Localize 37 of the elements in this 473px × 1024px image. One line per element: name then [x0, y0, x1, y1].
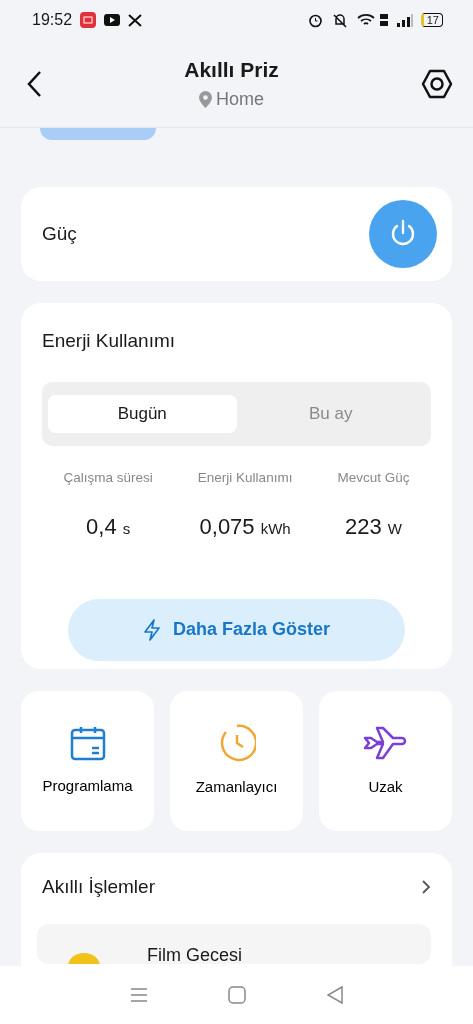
app-notification-icon — [80, 12, 97, 28]
scene-card[interactable]: Film Gecesi — [37, 923, 431, 964]
stat-value: 0,4 s — [85, 512, 132, 541]
location-label: Home — [216, 87, 264, 111]
lightning-icon — [142, 618, 161, 641]
home-icon[interactable] — [228, 986, 247, 1004]
section-title: Akıllı İşlemler — [42, 875, 155, 899]
section-title: Enerji Kullanımı — [42, 329, 177, 353]
show-more-button[interactable]: Daha Fazla Göster — [68, 598, 405, 661]
stat-label: Enerji Kullanımı — [196, 468, 294, 487]
video-icon — [104, 14, 121, 26]
page-title: Akıllı Priz — [184, 57, 279, 84]
stat-value: 223 W — [343, 512, 403, 541]
power-label: Güç — [42, 221, 77, 246]
sun-icon — [67, 951, 101, 964]
period-tab[interactable]: Bugün — [48, 394, 237, 433]
signal-icon — [396, 13, 413, 27]
back-icon[interactable] — [26, 69, 42, 98]
scene-name: Film Gecesi — [147, 944, 242, 964]
location-pin-icon — [199, 90, 212, 108]
settings-icon[interactable] — [421, 68, 453, 99]
feature-tile[interactable]: Zamanlayıcı — [170, 691, 303, 831]
alarm-icon — [307, 12, 323, 28]
feature-tile[interactable]: Programlama — [21, 691, 154, 831]
stat-value: 0,075 kWh — [198, 512, 292, 541]
chevron-right-icon[interactable] — [421, 879, 431, 896]
stat-label: Çalışma süresi — [62, 468, 154, 487]
back-nav-icon[interactable] — [326, 986, 343, 1004]
battery-indicator: 17 — [420, 13, 443, 27]
menu-icon[interactable] — [130, 987, 149, 1003]
wifi-icon — [356, 13, 375, 27]
calendar-icon — [69, 724, 106, 761]
stat-label: Mevcut Güç — [336, 468, 411, 487]
feature-tile[interactable]: Uzak — [319, 691, 452, 831]
x-icon — [128, 13, 143, 27]
status-time: 19:52 — [32, 10, 73, 30]
mute-icon — [330, 12, 349, 28]
